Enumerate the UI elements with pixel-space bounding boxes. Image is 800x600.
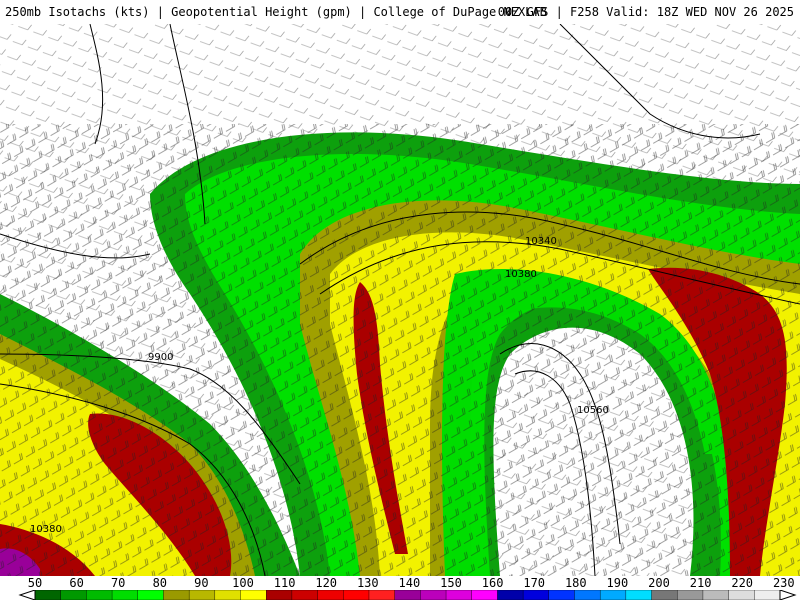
scale-tick-label: 160 [481, 576, 504, 590]
scale-tick-label: 230 [772, 576, 795, 590]
scale-color-swatch [702, 590, 730, 600]
scale-color-swatch [343, 590, 370, 600]
scale-tick-label: 150 [440, 576, 462, 590]
scale-color-swatch [445, 590, 473, 600]
scale-left-arrow [18, 590, 36, 600]
scale-color-swatch [317, 590, 344, 600]
scale-color-swatch [497, 590, 524, 600]
scale-tick-label: 100 [232, 576, 254, 590]
scale-tick-label: 60 [69, 576, 84, 590]
scale-color-swatch [137, 590, 165, 600]
scale-tick-label: 110 [273, 576, 296, 590]
scale-tick-label: 70 [110, 576, 126, 590]
contour-label: 9900 [148, 352, 173, 363]
scale-tick-label: 80 [152, 576, 168, 590]
scale-color-swatch [754, 590, 781, 600]
scale-color-swatch [394, 590, 422, 600]
scale-color-swatch [548, 590, 576, 600]
jet-wind-barbs [0, 124, 800, 576]
scale-color-swatch [420, 590, 447, 600]
contour-label: 10560 [577, 405, 609, 416]
scale-right-arrow [779, 590, 797, 600]
scale-color-swatch [111, 590, 139, 600]
scale-color-swatch [240, 590, 267, 600]
scale-color-swatch [86, 590, 113, 600]
scale-tick-label: 90 [194, 576, 209, 590]
model-valid-time: 00Z GFS | F258 Valid: 18Z WED NOV 26 202… [497, 5, 794, 19]
scale-tick-label: 180 [564, 576, 587, 590]
scale-color-swatch [163, 590, 190, 600]
scale-color-swatch [188, 590, 216, 600]
scale-tick-label: 200 [648, 576, 670, 590]
scale-tick-label: 170 [523, 576, 546, 590]
scale-color-swatch [368, 590, 396, 600]
scale-tick-label: 140 [398, 576, 421, 590]
isotach-color-scale: 50 60 70 80 90 100 110 120 130 140 150 160 170 180 190… [0, 576, 800, 600]
scale-color-swatch [291, 590, 319, 600]
scale-color-swatch [60, 590, 88, 600]
jet-stream-map: 9900 10340 10380 10560 10380 [0, 24, 800, 576]
scale-color-swatch [599, 590, 627, 600]
scale-color-swatch [651, 590, 678, 600]
scale-tick-label: 190 [606, 576, 629, 590]
map-title: 250mb Isotachs (kts) | Geopotential Heig… [5, 5, 547, 19]
scale-tick-label: 210 [689, 576, 712, 590]
scale-color-swatch [728, 590, 756, 600]
map-header: 250mb Isotachs (kts) | Geopotential Heig… [0, 0, 800, 25]
scale-color-bar [18, 590, 797, 600]
scale-color-swatch [677, 590, 704, 600]
scale-tick-label: 50 [27, 576, 43, 590]
contour-label: 10380 [505, 269, 537, 280]
scale-color-swatch [522, 590, 550, 600]
contour-label: 10340 [525, 236, 557, 247]
scale-color-swatch [266, 590, 293, 600]
scale-color-swatch [34, 590, 62, 600]
scale-tick-label: 130 [356, 576, 379, 590]
scale-color-swatch [625, 590, 653, 600]
scale-color-swatch [214, 590, 242, 600]
scale-tick-label: 120 [315, 576, 338, 590]
contour-label: 10380 [30, 524, 62, 535]
scale-tick-label: 220 [731, 576, 754, 590]
scale-color-swatch [471, 590, 499, 600]
scale-color-swatch [574, 590, 601, 600]
